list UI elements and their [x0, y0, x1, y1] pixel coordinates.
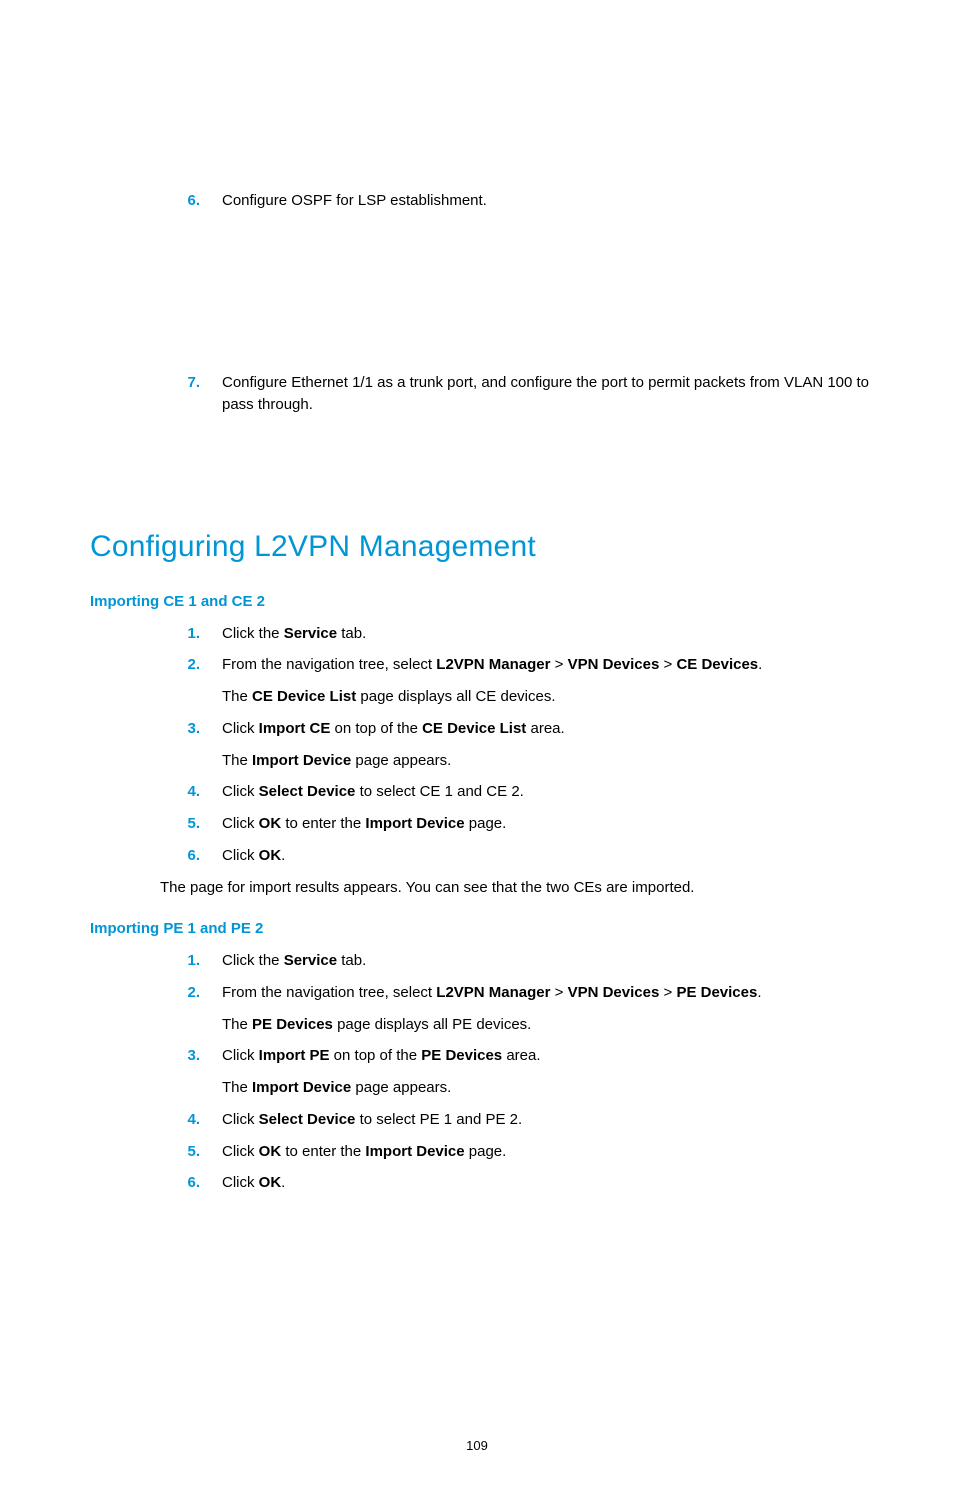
step-number: 4. — [160, 781, 222, 803]
pe-subheading: Importing PE 1 and PE 2 — [90, 918, 874, 940]
pe-steps-list: 1.Click the Service tab.2.From the navig… — [90, 950, 874, 1194]
page-number: 109 — [0, 1437, 954, 1456]
step-number: 3. — [160, 718, 222, 740]
pe-step: 3.Click Import PE on top of the PE Devic… — [160, 1045, 874, 1067]
step-number: 6. — [160, 1172, 222, 1194]
pe-step: 5.Click OK to enter the Import Device pa… — [160, 1141, 874, 1163]
step-text: Configure OSPF for LSP establishment. — [222, 190, 874, 212]
step-number: 1. — [160, 623, 222, 645]
step-number: 2. — [160, 982, 222, 1004]
step-follow-text: The Import Device page appears. — [222, 1077, 874, 1099]
step-text: Click OK. — [222, 1172, 874, 1194]
ce-step: 2.From the navigation tree, select L2VPN… — [160, 654, 874, 676]
step-text: Click OK. — [222, 845, 874, 867]
ce-step: 4.Click Select Device to select CE 1 and… — [160, 781, 874, 803]
ce-step: 1.Click the Service tab. — [160, 623, 874, 645]
document-page: 6.Configure OSPF for LSP establishment.7… — [0, 190, 954, 1486]
step-text: Click OK to enter the Import Device page… — [222, 1141, 874, 1163]
step-number: 2. — [160, 654, 222, 676]
pe-step: 2.From the navigation tree, select L2VPN… — [160, 982, 874, 1004]
ce-after-text: The page for import results appears. You… — [160, 877, 874, 899]
step-text: From the navigation tree, select L2VPN M… — [222, 654, 874, 676]
step-text: Click Select Device to select CE 1 and C… — [222, 781, 874, 803]
step-number: 6. — [160, 845, 222, 867]
step-number: 4. — [160, 1109, 222, 1131]
step-text: Click Import CE on top of the CE Device … — [222, 718, 874, 740]
step-follow-text: The Import Device page appears. — [222, 750, 874, 772]
top-step: 7.Configure Ethernet 1/1 as a trunk port… — [160, 372, 874, 416]
step-number: 1. — [160, 950, 222, 972]
top-steps-list: 6.Configure OSPF for LSP establishment. 7… — [90, 190, 874, 415]
section-heading: Configuring L2VPN Management — [90, 525, 874, 569]
step-number: 6. — [160, 190, 222, 212]
step-text: Click the Service tab. — [222, 950, 874, 972]
pe-step: 4.Click Select Device to select PE 1 and… — [160, 1109, 874, 1131]
step-follow-text: The PE Devices page displays all PE devi… — [222, 1014, 874, 1036]
step-text: From the navigation tree, select L2VPN M… — [222, 982, 874, 1004]
step-text: Click the Service tab. — [222, 623, 874, 645]
step-number: 5. — [160, 1141, 222, 1163]
ce-step: 5.Click OK to enter the Import Device pa… — [160, 813, 874, 835]
step-follow-text: The CE Device List page displays all CE … — [222, 686, 874, 708]
step-number: 3. — [160, 1045, 222, 1067]
ce-subheading: Importing CE 1 and CE 2 — [90, 591, 874, 613]
pe-step: 6.Click OK. — [160, 1172, 874, 1194]
ce-steps-list: 1.Click the Service tab.2.From the navig… — [90, 623, 874, 899]
pe-step: 1.Click the Service tab. — [160, 950, 874, 972]
step-number: 5. — [160, 813, 222, 835]
step-number: 7. — [160, 372, 222, 394]
step-text: Click OK to enter the Import Device page… — [222, 813, 874, 835]
step-text: Click Select Device to select PE 1 and P… — [222, 1109, 874, 1131]
ce-step: 6.Click OK. — [160, 845, 874, 867]
ce-step: 3.Click Import CE on top of the CE Devic… — [160, 718, 874, 740]
top-step: 6.Configure OSPF for LSP establishment. — [160, 190, 874, 212]
step-text: Click Import PE on top of the PE Devices… — [222, 1045, 874, 1067]
step-text: Configure Ethernet 1/1 as a trunk port, … — [222, 372, 874, 416]
